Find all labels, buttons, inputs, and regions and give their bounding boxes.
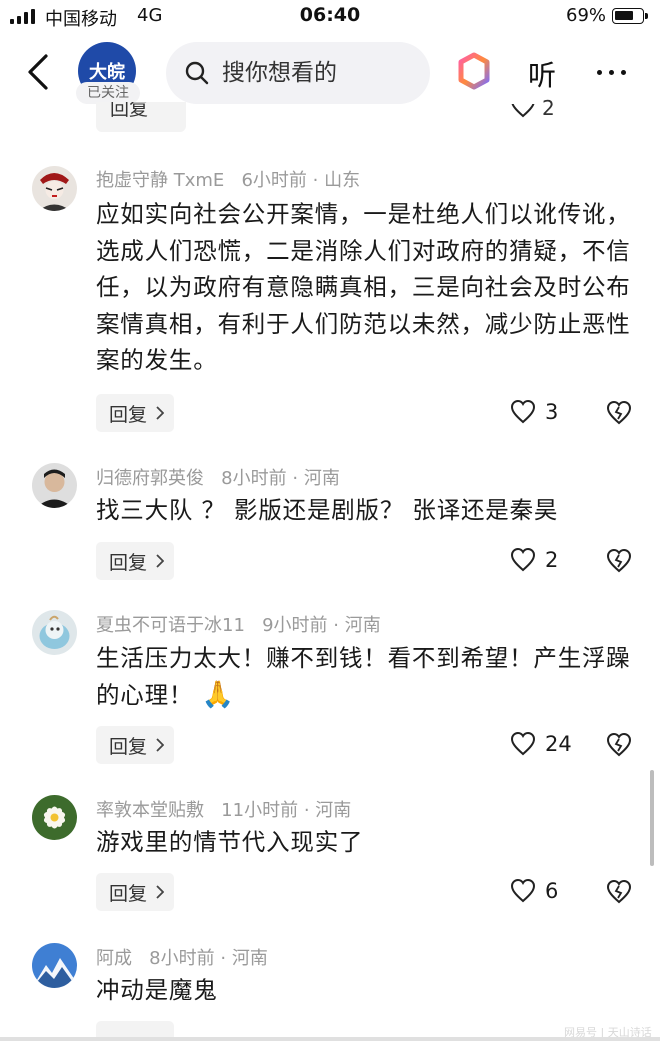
meta-separator: ·	[303, 800, 310, 821]
heart-icon	[510, 400, 536, 424]
broken-heart-icon[interactable]	[606, 732, 632, 758]
like-count: 6	[545, 879, 559, 903]
user-avatar[interactable]	[32, 943, 77, 988]
like-button[interactable]: 3	[510, 400, 558, 424]
comment-location: 河南	[231, 948, 268, 969]
reply-label: 回复	[110, 102, 149, 120]
meta-separator: ·	[292, 468, 299, 489]
comment-time: 11小时前	[221, 800, 299, 821]
comment-time: 8小时前	[221, 468, 287, 489]
heart-icon	[510, 732, 536, 756]
comment-text: 游戏里的情节代入现实了	[96, 828, 364, 856]
chevron-right-icon	[156, 738, 165, 752]
follow-status-badge[interactable]: 已关注	[76, 82, 140, 104]
comment-time: 9小时前	[262, 615, 328, 636]
comment-text-body: 生活压力太大！赚不到钱！看不到希望！产生浮躁的心理！	[96, 644, 631, 709]
battery-icon	[612, 8, 648, 24]
ai-assistant-icon[interactable]	[455, 52, 493, 90]
reply-label: 回复	[109, 882, 148, 905]
like-count: 3	[545, 400, 559, 424]
comment-time: 8小时前	[149, 948, 215, 969]
back-button[interactable]	[22, 50, 56, 94]
user-avatar[interactable]	[32, 463, 77, 508]
comment-time: 6小时前	[241, 170, 307, 191]
search-input[interactable]	[220, 54, 414, 92]
like-button[interactable]: 2	[510, 548, 558, 572]
like-button[interactable]: 24	[510, 732, 572, 756]
top-nav: 大皖 已关注 听	[0, 36, 660, 108]
username[interactable]: 归德府郭英俊	[96, 468, 204, 489]
meta-separator: ·	[312, 170, 319, 191]
comment-location: 河南	[344, 615, 381, 636]
status-time: 06:40	[299, 4, 361, 26]
heart-icon	[510, 879, 536, 903]
status-bar: 中国移动 4G 06:40 69%	[0, 0, 660, 36]
username[interactable]: 夏虫不可语于冰11	[96, 615, 245, 636]
chevron-right-icon	[156, 554, 165, 568]
user-avatar[interactable]	[32, 610, 77, 655]
reply-label: 回复	[109, 735, 148, 758]
chevron-right-icon	[156, 406, 165, 420]
search-icon	[185, 61, 209, 85]
reply-button[interactable]: 回复	[96, 102, 186, 132]
listen-button[interactable]: 听	[528, 54, 556, 94]
comment-text: 找三大队 ？ 影版还是剧版？ 张译还是秦昊	[96, 496, 559, 524]
comment-meta: 归德府郭英俊 8小时前 · 河南	[96, 464, 340, 490]
reply-button[interactable]: 回复	[96, 873, 174, 911]
broken-heart-icon[interactable]	[606, 879, 632, 905]
bottom-edge	[0, 1037, 660, 1041]
battery-percent: 69%	[566, 5, 607, 26]
comment-meta: 率敦本堂贴敷 11小时前 · 河南	[96, 796, 351, 822]
user-avatar[interactable]	[32, 166, 77, 211]
comment-text: 冲动是魔鬼	[96, 976, 218, 1004]
comment-location: 河南	[303, 468, 340, 489]
scrollbar[interactable]	[650, 770, 654, 866]
comment-text: 应如实向社会公开案情，一是杜绝人们以讹传讹，选成人们恐慌，二是消除人们对政府的猜…	[96, 200, 631, 374]
reply-label: 回复	[109, 551, 148, 574]
username[interactable]: 率敦本堂贴敷	[96, 800, 204, 821]
reply-button[interactable]: 回复	[96, 726, 174, 764]
comment-meta: 抱虚守静 TxmE 6小时前 · 山东	[96, 166, 360, 192]
chevron-left-icon	[28, 54, 48, 90]
comment-meta: 阿成 8小时前 · 河南	[96, 944, 268, 970]
chevron-right-icon	[156, 885, 165, 899]
reply-button[interactable]: 回复	[96, 394, 174, 432]
like-count: 24	[545, 732, 572, 756]
like-count: 2	[542, 96, 555, 120]
like-button[interactable]: 6	[510, 879, 558, 903]
search-bar[interactable]	[166, 42, 430, 104]
more-dots-icon[interactable]	[597, 70, 626, 75]
meta-separator: ·	[333, 615, 339, 636]
comment-location: 山东	[324, 170, 361, 191]
heart-icon[interactable]	[510, 104, 536, 126]
like-count: 2	[545, 548, 559, 572]
comment-text: 生活压力太大！赚不到钱！看不到希望！产生浮躁的心理！ 🙏	[96, 640, 631, 713]
broken-heart-icon[interactable]	[606, 400, 632, 426]
reply-button[interactable]: 回复	[96, 542, 174, 580]
broken-heart-icon[interactable]	[606, 548, 632, 574]
account-avatar[interactable]: 大皖 已关注	[76, 40, 142, 104]
username[interactable]: 阿成	[96, 948, 132, 969]
meta-separator: ·	[220, 948, 227, 969]
user-avatar[interactable]	[32, 795, 77, 840]
heart-icon	[510, 548, 536, 572]
username[interactable]: 抱虚守静 TxmE	[96, 170, 224, 191]
folded-hands-emoji: 🙏	[201, 679, 235, 710]
comment-location: 河南	[315, 800, 352, 821]
comment-meta: 夏虫不可语于冰11 9小时前 · 河南	[96, 611, 381, 637]
reply-label: 回复	[109, 403, 148, 426]
